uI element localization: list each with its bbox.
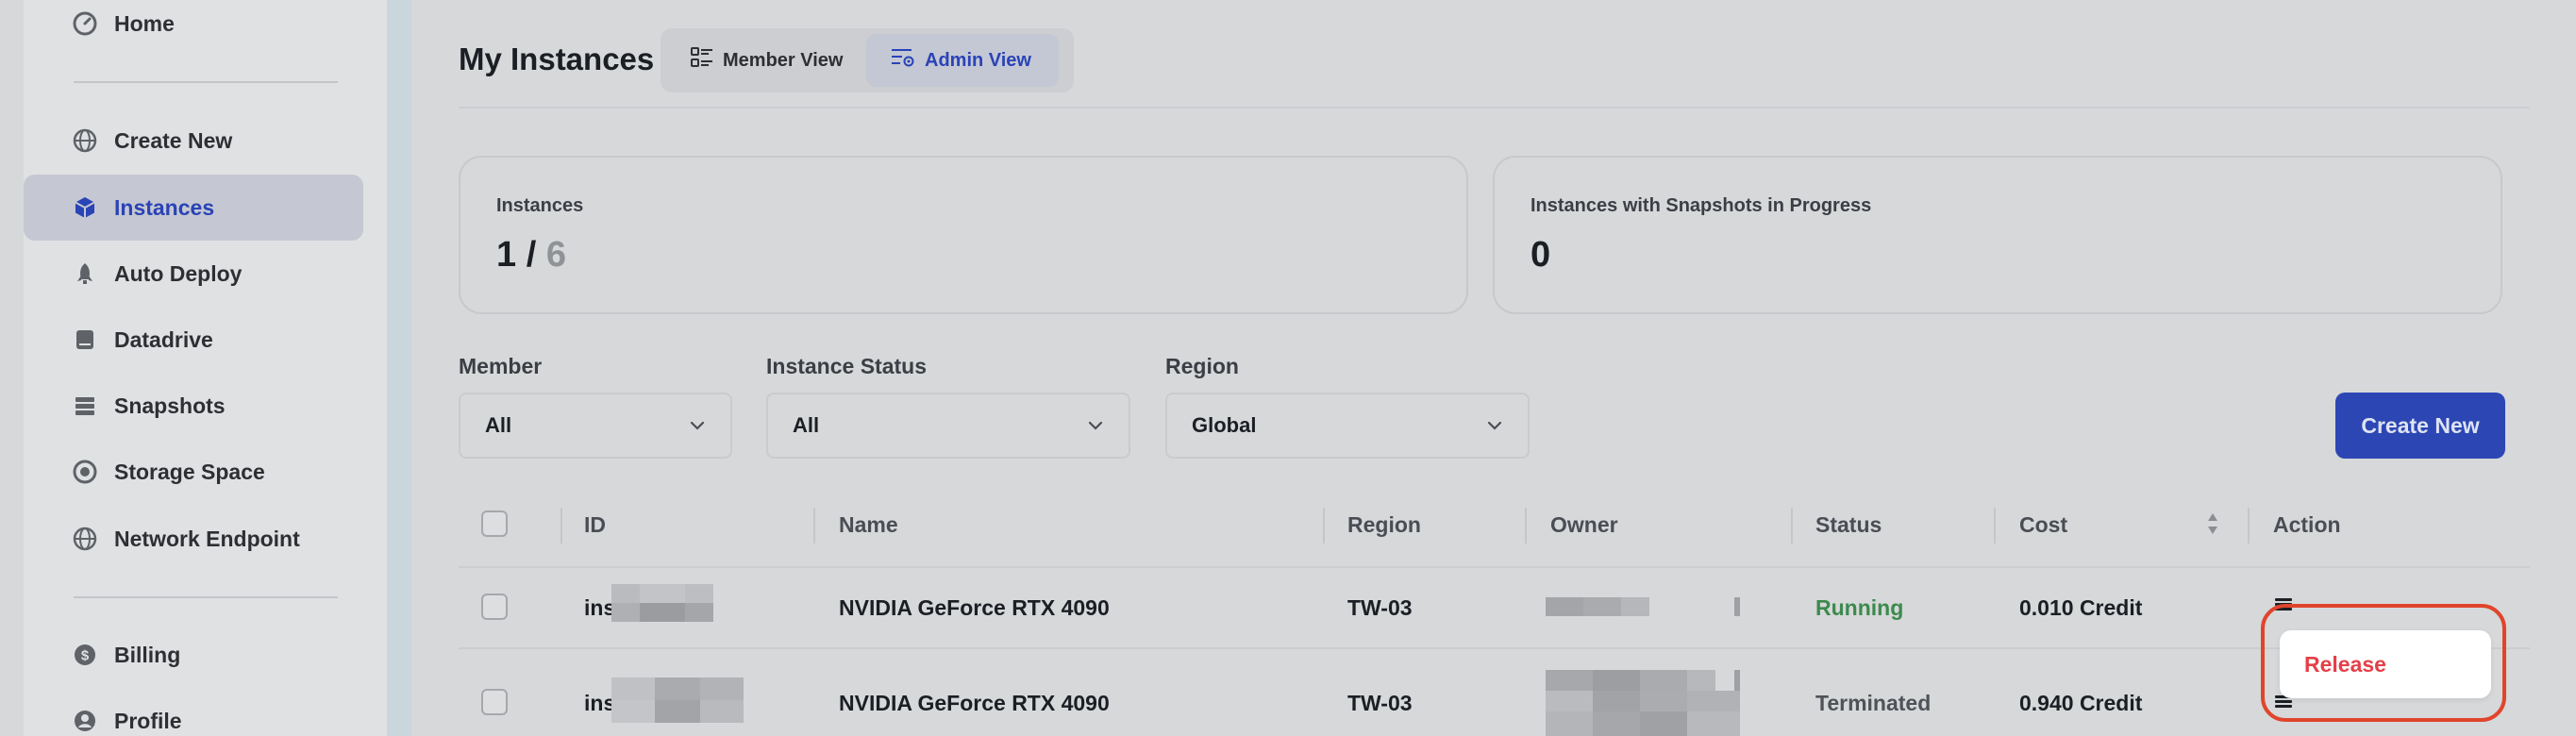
sort-icon[interactable] [2206, 510, 2219, 537]
stat-label: Instances with Snapshots in Progress [1531, 195, 1872, 216]
column-header-name[interactable]: Name [839, 512, 898, 538]
sidebar-divider [74, 81, 338, 83]
drive-icon [73, 327, 97, 352]
column-header-status[interactable]: Status [1815, 512, 1882, 538]
sidebar-item-label: Home [114, 10, 175, 36]
sidebar-item-network-endpoint[interactable]: Network Endpoint [24, 506, 363, 572]
snapshots-stat-card: Instances with Snapshots in Progress 0 [1493, 156, 2502, 314]
sidebar-item-create-new[interactable]: Create New [24, 108, 363, 174]
column-divider [560, 508, 562, 544]
stat-value: 0 [1531, 235, 1551, 275]
sidebar-item-label: Instances [114, 194, 215, 220]
admin-list-icon [891, 47, 915, 74]
sidebar-item-label: Billing [114, 642, 181, 667]
instance-name: NVIDIA GeForce RTX 4090 [839, 691, 1110, 715]
row-checkbox[interactable] [481, 689, 508, 715]
member-view-button[interactable]: Member View [674, 34, 862, 87]
sidebar-item-label: Storage Space [114, 459, 265, 484]
sidebar-item-label: Network Endpoint [114, 526, 300, 551]
dollar-icon: $ [73, 643, 97, 667]
release-menu-item[interactable]: Release [2280, 630, 2491, 698]
column-header-owner[interactable]: Owner [1550, 512, 1618, 538]
disc-icon [73, 460, 97, 484]
sidebar-item-datadrive[interactable]: Datadrive [24, 307, 363, 373]
page-title: My Instances [459, 42, 655, 76]
status-filter-label: Instance Status [766, 354, 927, 378]
status-select[interactable]: All [766, 393, 1130, 459]
sidebar-item-label: Create New [114, 127, 233, 153]
instances-stat-card: Instances 1 / 6 [459, 156, 1468, 314]
sidebar-item-instances[interactable]: Instances [24, 175, 363, 241]
column-header-cost[interactable]: Cost [2019, 512, 2067, 538]
member-select[interactable]: All [459, 393, 732, 459]
redacted-id [611, 584, 713, 622]
column-divider [1791, 508, 1793, 544]
gauge-icon [73, 11, 97, 36]
stack-icon [73, 393, 97, 418]
column-header-action: Action [2273, 512, 2341, 537]
main-content: My Instances Member View Admin View Inst… [411, 0, 2576, 736]
admin-view-button[interactable]: Admin View [866, 34, 1059, 87]
stat-label: Instances [496, 195, 584, 216]
column-divider [1323, 508, 1325, 544]
chevron-down-icon [1487, 421, 1502, 430]
header-divider [459, 107, 2530, 109]
member-filter-label: Member [459, 354, 543, 378]
globe-icon [73, 128, 97, 153]
stat-value: 1 / 6 [496, 235, 566, 275]
column-header-region[interactable]: Region [1347, 512, 1421, 538]
status-running: Running [1815, 595, 1904, 620]
sidebar-item-label: Auto Deploy [114, 260, 243, 286]
table-header-divider [459, 566, 2530, 568]
sidebar-item-snapshots[interactable]: Snapshots [24, 373, 363, 439]
network-icon [73, 527, 97, 551]
column-header-id[interactable]: ID [584, 512, 606, 538]
cube-icon [73, 195, 97, 220]
rocket-icon [73, 261, 97, 286]
sidebar-edge [387, 0, 411, 736]
redacted-id [611, 677, 744, 723]
status-terminated: Terminated [1815, 691, 1932, 715]
redacted-owner [1546, 670, 1744, 736]
sidebar-item-profile[interactable]: Profile [24, 688, 363, 736]
instance-cost: 0.010 Credit [2019, 595, 2143, 620]
view-toggle: Member View Admin View [661, 28, 1074, 92]
sidebar-item-label: Datadrive [114, 326, 213, 352]
sidebar-item-home[interactable]: Home [24, 0, 363, 57]
row-divider [459, 647, 2530, 649]
create-new-button[interactable]: Create New [2335, 393, 2505, 459]
region-select[interactable]: Global [1165, 393, 1530, 459]
svg-text:$: $ [81, 648, 90, 664]
column-divider [1525, 508, 1527, 544]
sidebar-item-label: Snapshots [114, 393, 226, 418]
column-divider [1994, 508, 1996, 544]
sidebar-divider [74, 596, 338, 598]
instance-region: TW-03 [1347, 691, 1413, 715]
chevron-down-icon [1088, 421, 1103, 430]
column-divider [2248, 508, 2250, 544]
row-checkbox[interactable] [481, 594, 508, 620]
sidebar-item-storage-space[interactable]: Storage Space [24, 439, 363, 505]
sidebar-item-label: Profile [114, 708, 182, 733]
region-filter-label: Region [1165, 354, 1239, 378]
user-icon [73, 709, 97, 733]
instance-cost: 0.940 Credit [2019, 691, 2143, 715]
chevron-down-icon [690, 421, 705, 430]
column-divider [813, 508, 815, 544]
select-all-checkbox[interactable] [481, 510, 508, 537]
sidebar-item-billing[interactable]: $ Billing [24, 622, 363, 688]
redacted-owner [1546, 597, 1740, 618]
list-icon [691, 47, 713, 74]
instance-name: NVIDIA GeForce RTX 4090 [839, 595, 1110, 620]
sidebar-item-auto-deploy[interactable]: Auto Deploy [24, 241, 363, 307]
instance-region: TW-03 [1347, 595, 1413, 620]
